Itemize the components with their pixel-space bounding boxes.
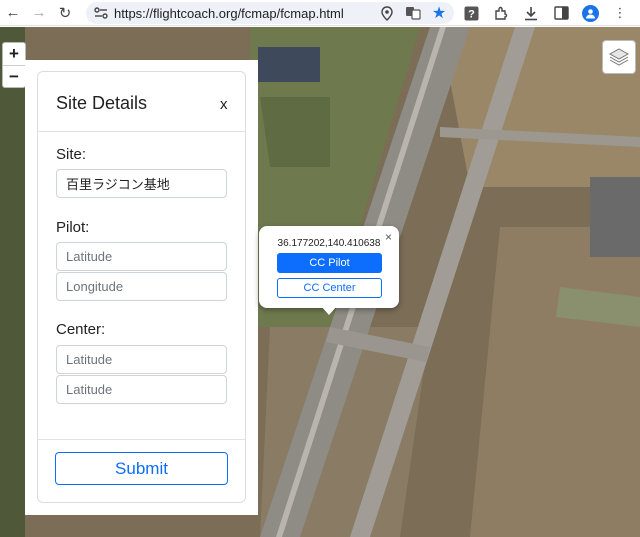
divider bbox=[38, 439, 245, 440]
panel-title: Site Details bbox=[56, 93, 148, 113]
site-label: Site: bbox=[56, 146, 87, 163]
site-info-icon[interactable] bbox=[90, 2, 112, 24]
menu-kebab-icon[interactable]: ⋮ bbox=[611, 4, 629, 22]
panel-close-button[interactable]: x bbox=[220, 96, 228, 113]
forward-icon[interactable]: → bbox=[26, 0, 52, 26]
zoom-control: + − bbox=[2, 42, 26, 88]
center-longitude-input[interactable] bbox=[56, 375, 227, 404]
map-popup: × 36.177202,140.410638 CC Pilot CC Cente… bbox=[259, 226, 399, 308]
pilot-label: Pilot: bbox=[56, 219, 90, 236]
translate-icon[interactable] bbox=[404, 4, 422, 22]
reload-icon[interactable]: ↻ bbox=[52, 0, 78, 26]
extension-help-icon[interactable]: ? bbox=[462, 4, 480, 22]
layers-button[interactable] bbox=[602, 40, 636, 74]
side-panel-icon[interactable] bbox=[552, 4, 570, 22]
submit-button[interactable]: Submit bbox=[55, 452, 228, 485]
pilot-latitude-input[interactable] bbox=[56, 242, 227, 271]
location-icon[interactable] bbox=[378, 4, 396, 22]
pilot-longitude-input[interactable] bbox=[56, 272, 227, 301]
center-latitude-input[interactable] bbox=[56, 345, 227, 374]
download-icon[interactable] bbox=[522, 4, 540, 22]
site-input[interactable] bbox=[56, 169, 227, 198]
extensions-icon[interactable] bbox=[492, 4, 510, 22]
cc-center-button[interactable]: CC Center bbox=[277, 278, 382, 298]
center-label: Center: bbox=[56, 321, 106, 338]
profile-avatar-icon[interactable] bbox=[582, 4, 599, 22]
zoom-out-button[interactable]: − bbox=[3, 65, 25, 87]
divider bbox=[38, 131, 245, 132]
svg-text:?: ? bbox=[468, 8, 475, 20]
site-details-card: Site Details x Site: Pilot: Center: Subm… bbox=[37, 71, 246, 503]
cc-pilot-button[interactable]: CC Pilot bbox=[277, 253, 382, 273]
address-bar[interactable]: https://flightcoach.org/fcmap/fcmap.html… bbox=[86, 2, 454, 24]
browser-toolbar: ← → ↻ https://flightcoach.org/fcmap/fcma… bbox=[0, 0, 640, 26]
popup-coordinates: 36.177202,140.410638 bbox=[277, 238, 381, 249]
layers-icon bbox=[608, 48, 630, 66]
url-text[interactable]: https://flightcoach.org/fcmap/fcmap.html bbox=[114, 6, 344, 21]
zoom-in-button[interactable]: + bbox=[3, 43, 25, 65]
bookmark-star-icon[interactable]: ★ bbox=[430, 4, 448, 22]
back-icon[interactable]: ← bbox=[0, 0, 26, 26]
popup-tip bbox=[321, 306, 337, 315]
